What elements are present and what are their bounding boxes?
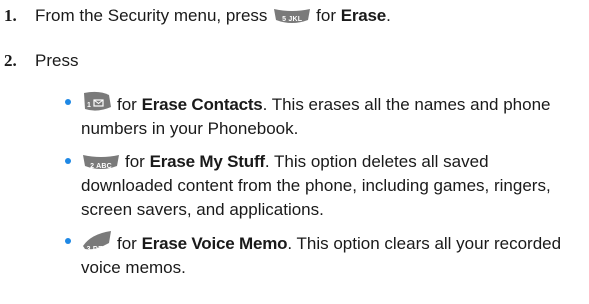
bullet-item: 1 for Erase Contacts. This erases all th… bbox=[65, 91, 581, 141]
bold-term: Erase Contacts bbox=[141, 95, 263, 114]
bold-term: Erase My Stuff bbox=[149, 152, 265, 171]
key-2-abc-icon: 2 ABC bbox=[81, 153, 121, 171]
bullet-item: 3 DEF for Erase Voice Memo. This option … bbox=[65, 230, 581, 280]
step-text: From the Security menu, press bbox=[35, 6, 268, 25]
bullet-item: 2 ABC for Erase My Stuff. This option de… bbox=[65, 150, 581, 222]
step-text: Press bbox=[35, 51, 79, 70]
key-5-jkl-icon: 5 JKL bbox=[272, 7, 312, 25]
bold-term: Erase Voice Memo bbox=[141, 234, 288, 253]
manual-page: 1. From the Security menu, press 5 JKL fo… bbox=[0, 0, 589, 304]
key-3-def-icon: 3 DEF bbox=[81, 230, 113, 253]
bullet-dot bbox=[65, 158, 71, 164]
step-number: 2. bbox=[4, 51, 17, 70]
bullet-dot bbox=[65, 238, 71, 244]
step-2: 2. Press bbox=[4, 50, 78, 71]
step-number: 1. bbox=[4, 6, 17, 25]
key-1-mail-icon: 1 bbox=[81, 91, 113, 113]
bullet-dot bbox=[65, 99, 71, 105]
bold-term: Erase bbox=[340, 6, 387, 25]
step-1: 1. From the Security menu, press 5 JKL fo… bbox=[4, 6, 391, 25]
